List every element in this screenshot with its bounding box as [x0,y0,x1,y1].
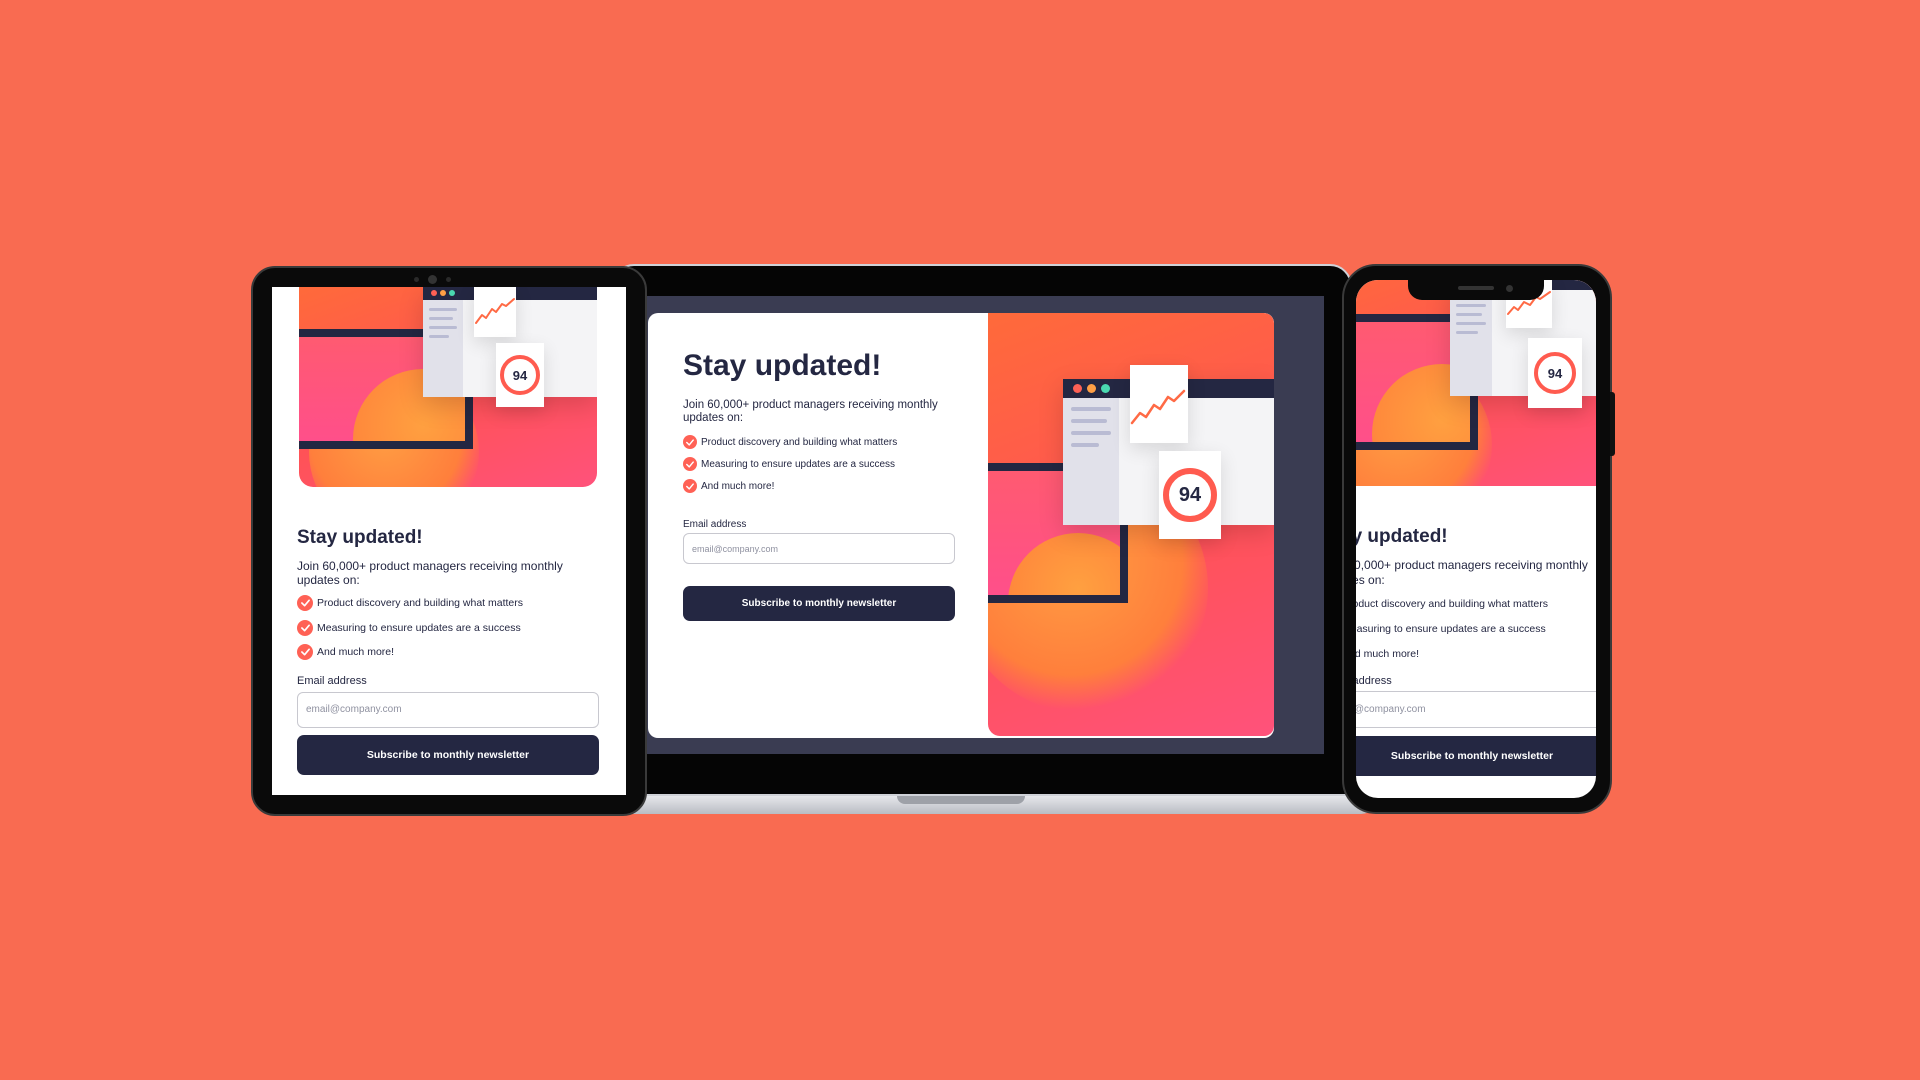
score-card: 94 [1528,338,1582,408]
list-item-text: Product discovery and building what matt… [317,597,524,610]
phone-viewport: 94 Stay updated! Join 60,000+ product ma… [1356,280,1596,798]
check-icon [683,457,697,471]
tablet-screen: 94 Stay updated! Join 60,000+ product ma… [272,287,626,795]
intro-text: Join 60,000+ product managers receiving … [1356,558,1588,587]
page-title: Stay updated! [297,527,423,548]
list-item: And much more! [1356,641,1596,666]
trend-line-icon [475,298,515,324]
check-icon [297,595,313,612]
score-card: 94 [496,343,544,407]
laptop-notch [897,796,1025,804]
email-placeholder: email@company.com [692,543,778,554]
list-item-text: Product discovery and building what matt… [1356,597,1549,610]
email-placeholder: email@company.com [306,704,402,715]
trend-chart-card [1130,365,1188,443]
list-item-text: And much more! [701,480,775,492]
list-item: Product discovery and building what matt… [297,591,599,616]
card-content: Stay updated! Join 60,000+ product manag… [297,527,599,775]
email-label: Email address [297,674,367,687]
list-item: And much more! [683,475,955,497]
hero-illustration: 94 [1356,280,1596,486]
email-field[interactable]: email@company.com [683,533,955,564]
hero-illustration: 94 [988,313,1274,736]
email-placeholder: email@company.com [1356,704,1426,715]
score-ring-icon: 94 [1534,352,1576,394]
score-ring-icon: 94 [1163,468,1217,522]
card-content: Stay updated! Join 60,000+ product manag… [683,349,955,621]
tablet-sensor [446,277,451,282]
trend-chart-card [474,287,516,337]
score-value: 94 [1547,365,1563,381]
list-item: Measuring to ensure updates are a succes… [683,453,955,475]
list-item: Measuring to ensure updates are a succes… [1356,616,1596,641]
phone-camera [1506,285,1513,292]
page-title: Stay updated! [1356,526,1448,547]
card-content: Stay updated! Join 60,000+ product manag… [1356,526,1596,776]
tablet-sensor [414,277,419,282]
list-item-text: Product discovery and building what matt… [701,436,898,448]
intro-text: Join 60,000+ product managers receiving … [683,399,938,424]
benefit-list: Product discovery and building what matt… [297,591,599,665]
list-item: Product discovery and building what matt… [683,431,955,453]
list-item-text: Measuring to ensure updates are a succes… [317,621,521,634]
intro-text: Join 60,000+ product managers receiving … [297,559,563,587]
benefit-list: Product discovery and building what matt… [1356,591,1596,666]
list-item: And much more! [297,640,599,665]
email-label: Email address [683,519,747,530]
phone-screen: 94 Stay updated! Join 60,000+ product ma… [1356,280,1596,798]
score-card: 94 [1159,451,1221,539]
score-value: 94 [1178,483,1202,506]
subscribe-button[interactable]: Subscribe to monthly newsletter [297,734,599,775]
list-item: Product discovery and building what matt… [1356,591,1596,616]
check-icon [683,435,697,449]
page-title: Stay updated! [683,349,882,382]
trend-line-icon [1130,389,1186,425]
check-icon [297,644,313,661]
benefit-list: Product discovery and building what matt… [683,431,955,497]
score-value: 94 [512,367,528,383]
laptop-newsletter-card: Stay updated! Join 60,000+ product manag… [648,313,1274,738]
tablet-camera [428,275,437,284]
list-item: Measuring to ensure updates are a succes… [297,616,599,641]
hero-illustration: 94 [299,287,597,487]
phone-side-button [1610,392,1615,456]
check-icon [297,619,313,636]
phone-notch [1408,280,1544,300]
email-field[interactable]: email@company.com [1356,691,1596,728]
email-label: Email address [1356,675,1392,687]
list-item-text: Measuring to ensure updates are a succes… [701,458,895,470]
list-item-text: Measuring to ensure updates are a succes… [1356,622,1546,635]
score-ring-icon: 94 [500,355,540,395]
check-icon [683,479,697,493]
email-field[interactable]: email@company.com [297,691,599,728]
list-item-text: And much more! [317,646,395,659]
subscribe-button[interactable]: Subscribe to monthly newsletter [683,586,955,621]
subscribe-button[interactable]: Subscribe to monthly newsletter [1356,736,1596,776]
list-item-text: And much more! [1356,647,1420,660]
phone-speaker [1458,286,1494,290]
